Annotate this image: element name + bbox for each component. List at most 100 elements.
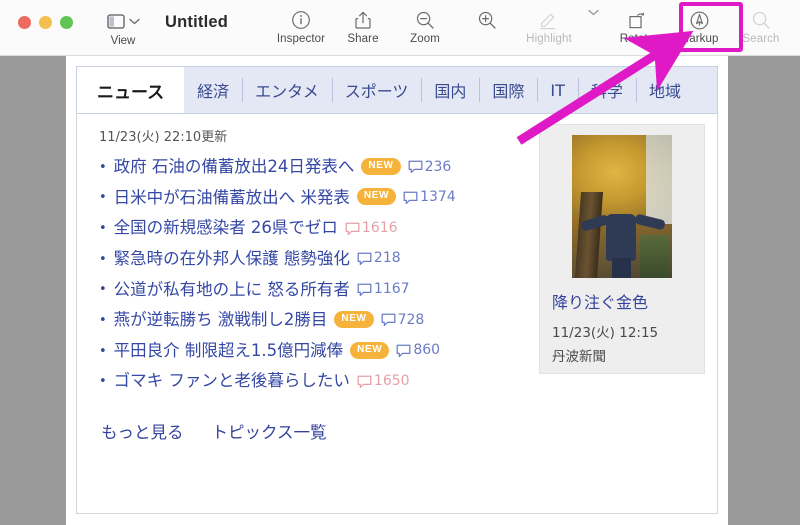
window-toolbar: View Untitled Inspector Share Zoom Highl… (0, 0, 800, 56)
search-button[interactable]: Search (730, 0, 792, 45)
share-button[interactable]: Share (332, 0, 394, 45)
news-headline[interactable]: 公道が私有地の上に 怒る所有者 (114, 280, 350, 301)
news-headline[interactable]: 燕が逆転勝ち 激戦制し2勝目 (114, 310, 328, 331)
inspector-button[interactable]: Inspector (270, 0, 332, 45)
bullet-icon: • (99, 221, 107, 237)
tab-label: IT (550, 80, 565, 100)
comment-count: 1650 (357, 373, 410, 391)
new-badge: NEW (350, 341, 390, 359)
more-link-see-more[interactable]: もっと見る (101, 419, 184, 443)
highlight-pen-icon (538, 9, 560, 31)
zoom-in-icon (477, 9, 497, 31)
comment-count-value: 728 (397, 311, 425, 328)
tab-international[interactable]: 国際 (479, 67, 537, 113)
bullet-icon: • (99, 159, 107, 175)
rotate-icon (626, 9, 648, 31)
view-chevron-down-icon (128, 10, 140, 32)
tab-label: 地域 (648, 82, 681, 101)
comment-count-value: 236 (424, 158, 452, 175)
document-page: ニュース 経済 エンタメ スポーツ 国内 国際 IT 科学 地域 11/23(火… (66, 56, 728, 525)
inspector-label: Inspector (276, 33, 326, 45)
feature-card-title[interactable]: 降り注ぐ金色 (540, 278, 704, 313)
search-label: Search (742, 33, 780, 45)
tab-news[interactable]: ニュース (77, 67, 185, 113)
news-headline[interactable]: 政府 石油の備蓄放出24日発表へ (114, 157, 355, 178)
news-headline[interactable]: 日米中が石油備蓄放出へ 米発表 (114, 188, 350, 209)
more-link-topics-list[interactable]: トピックス一覧 (212, 419, 327, 443)
share-icon (353, 9, 373, 31)
more-links: もっと見る トピックス一覧 (77, 397, 717, 443)
tab-label: エンタメ (255, 82, 319, 101)
zoom-out-button[interactable]: Zoom (394, 0, 456, 45)
app-root: View Untitled Inspector Share Zoom Highl… (0, 0, 800, 525)
tab-it[interactable]: IT (537, 67, 578, 113)
search-icon (751, 9, 771, 31)
news-headline[interactable]: 緊急時の在外邦人保護 態勢強化 (114, 249, 350, 270)
feature-card-date: 11/23(火) 12:15 (552, 325, 659, 341)
comment-count: 218 (357, 250, 401, 268)
new-badge: NEW (334, 310, 374, 328)
highlight-chevron-down-icon[interactable] (580, 0, 606, 16)
tab-science[interactable]: 科学 (577, 67, 636, 113)
zoom-label: Zoom (410, 33, 440, 45)
category-tab-strip: ニュース 経済 エンタメ スポーツ 国内 国際 IT 科学 地域 (76, 66, 718, 114)
tab-economy[interactable]: 経済 (184, 67, 242, 113)
comment-count: 1616 (345, 220, 398, 238)
comment-count: 236 (408, 158, 452, 177)
comment-count: 860 (396, 342, 440, 360)
zoom-out-icon (415, 9, 435, 31)
bullet-icon: • (99, 312, 107, 328)
share-label: Share (347, 33, 379, 45)
news-panel: 11/23(火) 22:10更新 • 政府 石油の備蓄放出24日発表へ NEW 236… (76, 114, 718, 514)
tab-regional[interactable]: 地域 (635, 67, 694, 113)
new-badge: NEW (361, 157, 401, 175)
comment-count-value: 1616 (361, 219, 398, 236)
zoom-in-button[interactable] (456, 0, 518, 33)
rotate-button[interactable]: Rotate (606, 0, 668, 45)
close-button[interactable] (18, 16, 31, 29)
minimize-button[interactable] (39, 16, 52, 29)
maximize-button[interactable] (60, 16, 73, 29)
bullet-icon: • (99, 374, 107, 390)
rotate-label: Rotate (619, 33, 655, 45)
bullet-icon: • (99, 190, 107, 206)
feature-card-source: 丹波新聞 (552, 349, 606, 365)
comment-count-value: 218 (373, 250, 401, 267)
comment-count: 728 (381, 311, 425, 330)
bullet-icon: • (99, 251, 107, 267)
tab-label: 科学 (590, 82, 623, 101)
bullet-icon: • (99, 343, 107, 359)
tab-label: 経済 (197, 82, 230, 101)
comment-count: 1167 (357, 281, 410, 299)
view-control[interactable]: View (73, 0, 147, 47)
highlight-label: Highlight (526, 33, 572, 45)
markup-button[interactable]: Markup (668, 0, 730, 45)
toolbar-actions: Inspector Share Zoom Highlight Rotate Ma… (270, 0, 800, 45)
tab-label: ニュース (97, 82, 165, 103)
tab-label: スポーツ (344, 82, 409, 101)
tab-entertainment[interactable]: エンタメ (242, 67, 332, 113)
comment-count-value: 860 (413, 342, 441, 359)
tab-sports[interactable]: スポーツ (331, 67, 422, 113)
comment-count-value: 1167 (373, 281, 410, 298)
news-headline[interactable]: 平田良介 制限超え1.5億円減俸 (114, 341, 344, 362)
feature-card-image (572, 135, 672, 278)
news-headline[interactable]: 全国の新規感染者 26県でゼロ (114, 218, 338, 239)
markup-label: Markup (679, 33, 719, 45)
sidebar-view-icon (106, 10, 125, 32)
comment-count-value: 1650 (373, 372, 410, 389)
tab-label: 国際 (492, 82, 525, 101)
document-title: Untitled (165, 13, 229, 31)
tab-label: 国内 (434, 82, 467, 101)
traffic-lights (0, 0, 73, 29)
news-headline[interactable]: ゴマキ ファンと老後暮らしたい (114, 371, 350, 392)
info-circle-icon (291, 9, 311, 31)
markup-pen-circle-icon (689, 9, 710, 31)
tab-domestic[interactable]: 国内 (421, 67, 479, 113)
bullet-icon: • (99, 282, 107, 298)
highlight-button[interactable]: Highlight (518, 0, 580, 45)
feature-card[interactable]: 降り注ぐ金色 11/23(火) 12:15 丹波新聞 (539, 124, 705, 374)
view-label: View (110, 35, 136, 47)
comment-count: 1374 (403, 189, 456, 207)
comment-count-value: 1374 (420, 189, 456, 206)
